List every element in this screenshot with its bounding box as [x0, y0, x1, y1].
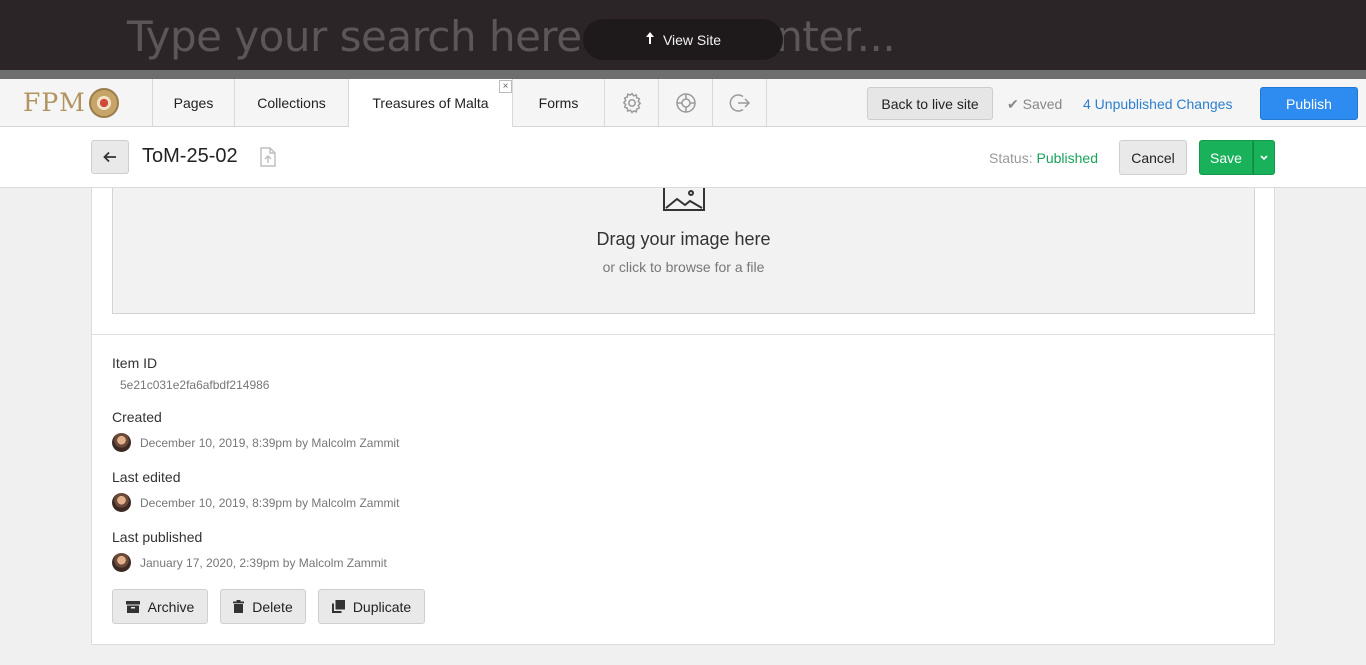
- delete-button[interactable]: Delete: [220, 589, 306, 624]
- save-options-button[interactable]: [1253, 140, 1275, 175]
- tab-pages[interactable]: Pages: [153, 79, 235, 126]
- delete-label: Delete: [252, 598, 293, 615]
- image-icon: [662, 188, 706, 217]
- logo-seal-icon: [88, 87, 119, 118]
- view-site-label: View Site: [662, 31, 722, 48]
- cancel-button[interactable]: Cancel: [1119, 140, 1187, 175]
- arrow-up-icon: [645, 31, 655, 48]
- avatar: [112, 493, 131, 512]
- tab-collections[interactable]: Collections: [235, 79, 349, 126]
- trash-icon: [233, 600, 245, 613]
- item-id-label: Item ID: [112, 355, 158, 371]
- last-edited-label: Last edited: [112, 469, 181, 485]
- created-row: December 10, 2019, 8:39pm by Malcolm Zam…: [112, 433, 399, 452]
- last-edited-row: December 10, 2019, 8:39pm by Malcolm Zam…: [112, 493, 399, 512]
- archive-button[interactable]: Archive: [112, 589, 208, 624]
- gear-icon: [622, 91, 641, 114]
- tab-treasures-of-malta[interactable]: Treasures of Malta: [349, 79, 513, 127]
- tab-logout[interactable]: [713, 79, 767, 126]
- view-site-button[interactable]: View Site: [583, 19, 783, 60]
- dropzone-title: Drag your image here: [596, 229, 771, 249]
- unpublished-changes-link[interactable]: 4 Unpublished Changes: [1083, 96, 1232, 112]
- item-title: ToM-25-02: [142, 145, 238, 167]
- duplicate-button[interactable]: Duplicate: [318, 589, 425, 624]
- save-button[interactable]: Save: [1199, 140, 1253, 175]
- last-edited-value: December 10, 2019, 8:39pm by Malcolm Zam…: [140, 495, 400, 510]
- created-value: December 10, 2019, 8:39pm by Malcolm Zam…: [140, 435, 400, 450]
- duplicate-icon: [331, 600, 345, 613]
- status-value: Published: [1036, 150, 1098, 166]
- saved-indicator: ✔ Saved: [1007, 96, 1062, 113]
- tab-help[interactable]: [659, 79, 713, 126]
- archive-icon: [125, 600, 140, 613]
- created-label: Created: [112, 409, 162, 425]
- item-detail-panel: Drag your image here or click to browse …: [91, 188, 1275, 645]
- image-dropzone[interactable]: Drag your image here or click to browse …: [112, 188, 1255, 314]
- saved-label: Saved: [1022, 96, 1063, 112]
- back-to-live-site-button[interactable]: Back to live site: [867, 87, 993, 120]
- duplicate-label: Duplicate: [352, 598, 412, 615]
- last-published-value: January 17, 2020, 2:39pm by Malcolm Zamm…: [140, 555, 387, 570]
- chevron-down-icon: [1260, 154, 1268, 160]
- divider-strip: [0, 70, 1366, 79]
- tab-forms[interactable]: Forms: [513, 79, 605, 126]
- check-icon: ✔: [1007, 96, 1019, 112]
- logout-icon: [729, 93, 750, 112]
- dropzone-subtitle: or click to browse for a file: [602, 259, 765, 275]
- avatar: [112, 433, 131, 452]
- status-label: Status:: [989, 150, 1033, 166]
- tab-forms-label: Forms: [538, 94, 579, 111]
- tab-collections-label: Collections: [257, 94, 326, 111]
- section-divider: [92, 334, 1274, 335]
- item-status: Status: Published: [989, 150, 1098, 166]
- document-upload-icon[interactable]: [259, 147, 277, 172]
- publish-button[interactable]: Publish: [1260, 87, 1358, 120]
- site-logo[interactable]: FPM: [0, 79, 153, 126]
- tab-pages-label: Pages: [173, 94, 214, 111]
- tab-treasures-label: Treasures of Malta: [372, 95, 489, 111]
- avatar: [112, 553, 131, 572]
- logo-text: FPM: [23, 88, 86, 117]
- tab-settings[interactable]: [605, 79, 659, 126]
- back-button[interactable]: [91, 140, 129, 174]
- item-id-value: 5e21c031e2fa6afbdf214986: [120, 378, 270, 392]
- item-header: ToM-25-02 Status: Published Cancel Save: [0, 127, 1366, 188]
- arrow-left-icon: [103, 151, 116, 163]
- site-search-bar: Type your search here and hit enter... V…: [0, 0, 1366, 70]
- cms-nav-bar: FPM Pages Collections Treasures of Malta…: [0, 79, 1366, 127]
- archive-label: Archive: [147, 598, 195, 615]
- last-published-label: Last published: [112, 529, 203, 545]
- last-published-row: January 17, 2020, 2:39pm by Malcolm Zamm…: [112, 553, 387, 572]
- close-tab-icon[interactable]: ×: [499, 80, 512, 93]
- help-lifebuoy-icon: [675, 92, 696, 113]
